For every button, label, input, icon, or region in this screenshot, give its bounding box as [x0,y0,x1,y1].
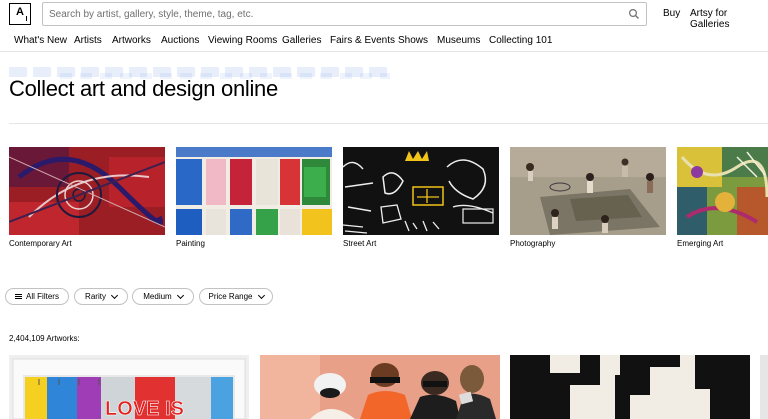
nav-auctions[interactable]: Auctions [161,35,199,46]
rarity-filter[interactable]: Rarity [74,288,128,305]
nav-shows[interactable]: Shows [398,35,428,46]
category-label[interactable]: Contemporary Art [9,239,165,248]
artsy-for-galleries-link[interactable]: Artsy for Galleries [690,8,768,30]
category-card-painting[interactable]: Painting [176,147,332,249]
artwork-card[interactable] [260,355,500,419]
nav-galleries[interactable]: Galleries [282,35,321,46]
category-label[interactable]: Photography [510,239,666,248]
category-label[interactable]: Emerging Art [677,239,768,248]
chevron-down-icon [176,291,184,299]
artwork-image[interactable]: LOVE IS [9,355,249,419]
main-nav: What's New Artists Artworks Auctions Vie… [0,28,768,52]
nav-viewing-rooms[interactable]: Viewing Rooms [208,35,277,46]
rarity-label: Rarity [85,292,106,301]
category-image-emerging-art[interactable] [677,147,768,235]
artwork-image[interactable] [260,355,500,419]
chevron-down-icon [257,291,265,299]
artsy-logo[interactable]: A [9,3,31,25]
category-label[interactable]: Street Art [343,239,499,248]
medium-filter[interactable]: Medium [132,288,194,305]
category-card-contemporary-art[interactable]: Contemporary Art [9,147,165,249]
artwork-card[interactable] [510,355,750,419]
page-title: Collect art and design online [9,76,278,101]
nav-artists[interactable]: Artists [74,35,102,46]
medium-label: Medium [143,292,172,301]
nav-artworks[interactable]: Artworks [112,35,151,46]
category-image-photography[interactable] [510,147,666,235]
nav-museums[interactable]: Museums [437,35,480,46]
nav-collecting-101[interactable]: Collecting 101 [489,35,552,46]
logo-letter: A [16,6,24,18]
chevron-down-icon [110,291,118,299]
search-input[interactable] [43,3,603,25]
category-image-street-art[interactable] [343,147,499,235]
nav-fairs-events[interactable]: Fairs & Events [330,35,395,46]
price-range-filter[interactable]: Price Range [199,288,273,305]
search-icon[interactable] [628,8,640,20]
artwork-card[interactable]: LOVE IS [9,355,249,419]
price-range-label: Price Range [208,292,253,301]
filter-icon [15,294,23,299]
artwork-card-partial[interactable] [760,355,768,419]
top-bar: A Buy Artsy for Galleries [0,0,768,30]
divider [9,123,768,124]
category-card-street-art[interactable]: Street Art [343,147,499,249]
artwork-graffiti-text: LOVE IS [105,398,184,419]
buy-link[interactable]: Buy [663,8,680,19]
artwork-count: 2,404,109 Artworks: [9,334,80,343]
category-card-photography[interactable]: Photography [510,147,666,249]
artwork-image[interactable] [760,355,768,419]
search-bar[interactable] [42,2,647,26]
all-filters-button[interactable]: All Filters [5,288,69,305]
nav-whats-new[interactable]: What's New [14,35,67,46]
category-label[interactable]: Painting [176,239,332,248]
category-card-emerging-art[interactable]: Emerging Art [677,147,768,249]
all-filters-label: All Filters [26,292,59,301]
category-image-painting[interactable] [176,147,332,235]
artwork-image[interactable] [510,355,750,419]
category-image-contemporary-art[interactable] [9,147,165,235]
